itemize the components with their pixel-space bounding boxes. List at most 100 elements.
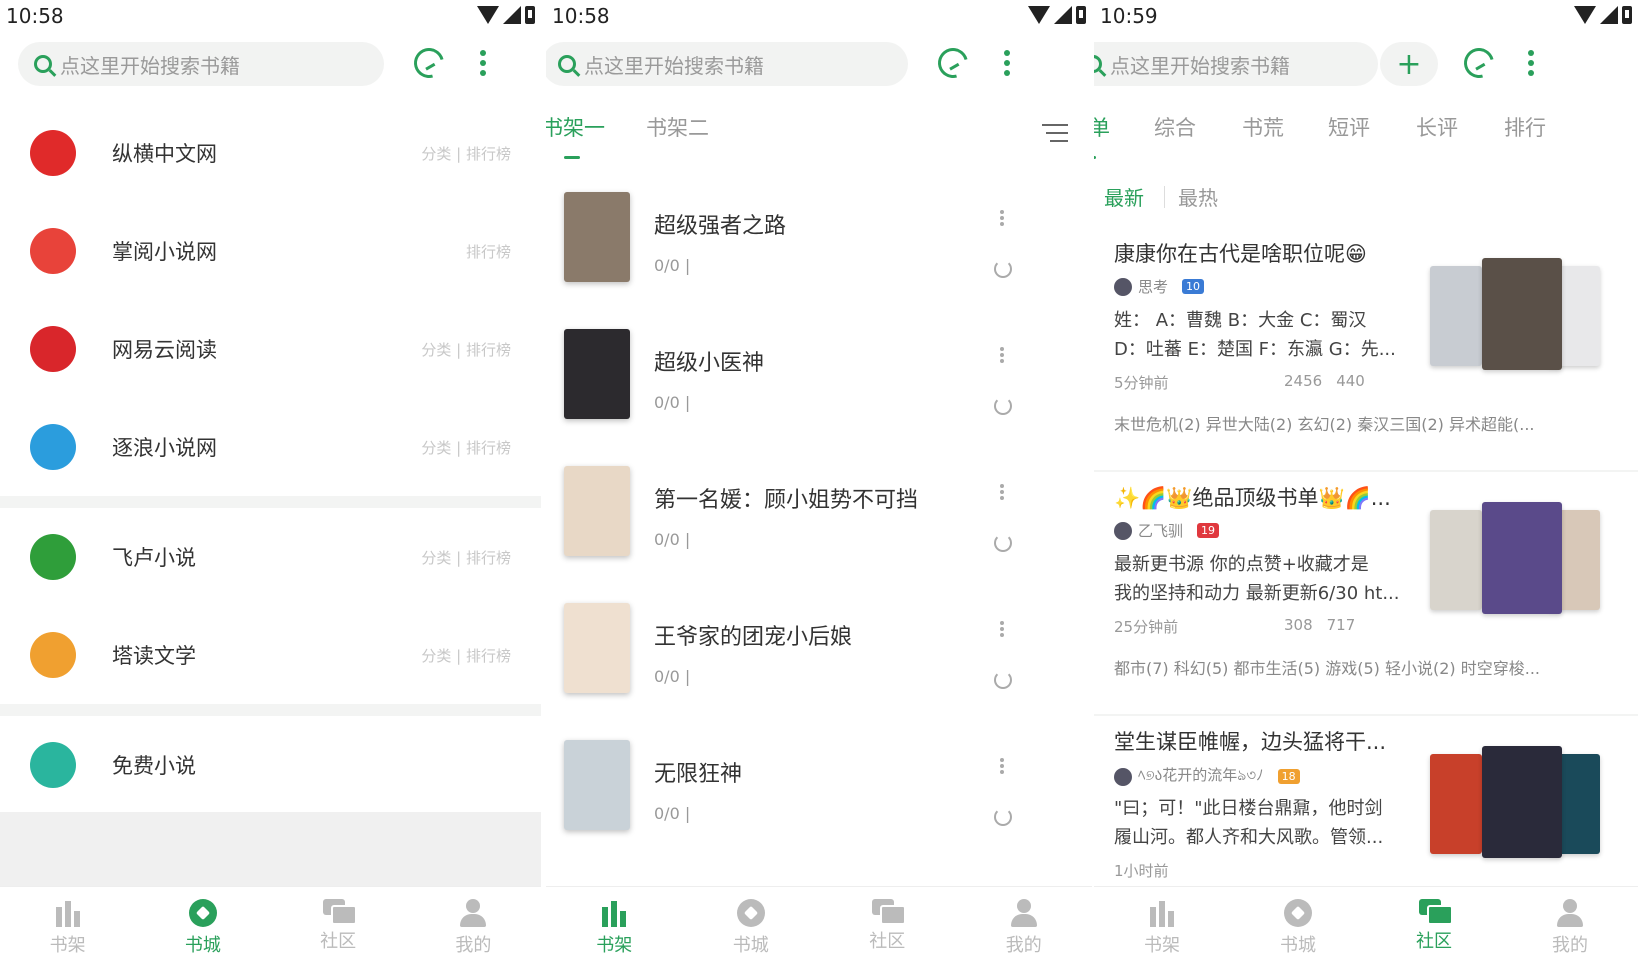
source-row[interactable]: 免费小说: [0, 716, 541, 814]
search-bar[interactable]: 点这里开始搜索书籍: [1094, 42, 1378, 86]
excerpt-line: 我的坚持和动力 最新更新6/30 ht...: [1114, 583, 1400, 604]
more-menu-icon[interactable]: [480, 50, 486, 76]
refresh-icon[interactable]: [994, 808, 1012, 826]
book-cover: [564, 740, 630, 830]
book-more-icon[interactable]: [1000, 758, 1004, 774]
booklist-post[interactable]: ✨🌈👑绝品顶级书单👑🌈... 乙飞驯 19 最新更书源 你的点赞+收藏才是 我的坚持和动…: [1094, 472, 1638, 716]
tab-0[interactable]: 书单: [1094, 112, 1110, 142]
source-name: 逐浪小说网: [112, 436, 217, 460]
source-name: 飞卢小说: [112, 546, 196, 570]
author-name: ﾍ୭ა花开的流年ঌ৩ﾉ: [1138, 766, 1264, 784]
source-links[interactable]: 分类 | 排行榜: [421, 645, 511, 666]
book-more-icon[interactable]: [1000, 347, 1004, 363]
sort-tabs: 最新 最热: [1094, 178, 1638, 218]
nav-item-3[interactable]: 我的: [1502, 887, 1638, 962]
nav-item-3[interactable]: 我的: [406, 887, 541, 962]
community-icon: [1419, 899, 1453, 925]
source-row[interactable]: 纵横中文网 分类 | 排行榜: [0, 104, 541, 202]
source-name: 塔读文学: [112, 644, 196, 668]
shelf-tabs: 书架一 书架二: [546, 112, 1092, 162]
source-row[interactable]: 塔读文学 分类 | 排行榜: [0, 606, 541, 704]
night-mode-icon[interactable]: [1458, 42, 1500, 84]
nav-item-1[interactable]: 书城: [683, 887, 820, 962]
search-bar[interactable]: 点这里开始搜索书籍: [546, 42, 908, 86]
tab-1[interactable]: 综合: [1154, 112, 1196, 142]
more-menu-icon[interactable]: [1528, 50, 1534, 76]
refresh-icon[interactable]: [994, 671, 1012, 689]
source-links[interactable]: 分类 | 排行榜: [421, 437, 511, 458]
book-item[interactable]: 超级强者之路 0/0 |: [546, 178, 1092, 315]
source-links[interactable]: 分类 | 排行榜: [421, 339, 511, 360]
book-more-icon[interactable]: [1000, 210, 1004, 226]
section-divider: [0, 496, 541, 508]
book-progress: 0/0 |: [654, 667, 691, 686]
source-row[interactable]: 飞卢小说 分类 | 排行榜: [0, 508, 541, 606]
filter-icon[interactable]: [1042, 124, 1068, 144]
search-placeholder: 点这里开始搜索书籍: [60, 53, 240, 78]
nav-item-2[interactable]: 社区: [271, 887, 406, 962]
tab-5[interactable]: 排行: [1504, 112, 1546, 142]
tab-3[interactable]: 短评: [1328, 112, 1370, 142]
nav-label: 社区: [320, 931, 357, 952]
profile-icon: [1009, 899, 1039, 927]
level-badge: 19: [1197, 523, 1220, 538]
booklist-post[interactable]: 康康你在古代是啥职位呢😁 思考 10 姓： A：曹魏 B：大金 C：蜀汉 D：吐蕃 E：…: [1094, 228, 1638, 472]
source-row[interactable]: 逐浪小说网 分类 | 排行榜: [0, 398, 541, 496]
refresh-icon[interactable]: [994, 397, 1012, 415]
source-row[interactable]: 网易云阅读 分类 | 排行榜: [0, 300, 541, 398]
book-title: 第一名媛：顾小姐势不可挡: [654, 488, 919, 513]
tab-shelf-2[interactable]: 书架二: [646, 112, 709, 142]
post-excerpt: 姓： A：曹魏 B：大金 C：蜀汉 D：吐蕃 E：楚国 F：东瀛 G：先...: [1114, 306, 1414, 364]
nav-item-1[interactable]: 书城: [135, 887, 270, 962]
night-mode-icon[interactable]: [408, 42, 450, 84]
level-badge: 18: [1277, 769, 1300, 784]
source-row[interactable]: 掌阅小说网 排行榜: [0, 202, 541, 300]
excerpt-line: "曰；可！"此日楼台鼎鼐，他时剑: [1114, 798, 1383, 819]
nav-item-3[interactable]: 我的: [956, 887, 1093, 962]
search-placeholder: 点这里开始搜索书籍: [1110, 53, 1290, 78]
book-item[interactable]: 第一名媛：顾小姐势不可挡 0/0 |: [546, 452, 1092, 589]
search-bar[interactable]: 点这里开始搜索书籍: [18, 42, 384, 86]
refresh-icon[interactable]: [994, 534, 1012, 552]
like-count: 440: [1336, 372, 1365, 390]
source-links[interactable]: 分类 | 排行榜: [421, 547, 511, 568]
post-excerpt: "曰；可！"此日楼台鼎鼐，他时剑 履山河。都人齐和大风歌。管领...: [1114, 794, 1414, 852]
nav-label: 书架: [1144, 935, 1180, 956]
add-button[interactable]: +: [1380, 42, 1438, 86]
book-more-icon[interactable]: [1000, 484, 1004, 500]
level-badge: 10: [1182, 279, 1205, 294]
nav-item-2[interactable]: 社区: [819, 887, 956, 962]
night-mode-icon[interactable]: [932, 42, 974, 84]
nav-item-0[interactable]: 书架: [0, 887, 135, 962]
more-menu-icon[interactable]: [1004, 50, 1010, 76]
tab-2[interactable]: 书荒: [1242, 112, 1284, 142]
subtab-latest[interactable]: 最新: [1104, 182, 1144, 211]
excerpt-line: 履山河。都人齐和大风歌。管领...: [1114, 827, 1384, 848]
source-links[interactable]: 排行榜: [466, 241, 511, 262]
book-more-icon[interactable]: [1000, 621, 1004, 637]
book-item[interactable]: 王爷家的团宠小后娘 0/0 |: [546, 589, 1092, 726]
nav-item-1[interactable]: 书城: [1230, 887, 1366, 962]
post-time: 5分钟前: [1114, 374, 1169, 392]
tab-4[interactable]: 长评: [1416, 112, 1458, 142]
nav-item-0[interactable]: 书架: [546, 887, 683, 962]
tab-indicator: [564, 156, 580, 159]
source-name: 网易云阅读: [112, 338, 217, 362]
subtab-hottest[interactable]: 最热: [1178, 182, 1218, 211]
post-time: 1小时前: [1114, 862, 1169, 880]
battery-icon: [525, 6, 535, 24]
refresh-icon[interactable]: [994, 260, 1012, 278]
book-item[interactable]: 无限狂神 0/0 |: [546, 726, 1092, 863]
author-name: 思考: [1138, 278, 1169, 296]
empty-area: [0, 812, 541, 886]
nav-item-2[interactable]: 社区: [1366, 887, 1502, 962]
book-item[interactable]: 超级小医神 0/0 |: [546, 315, 1092, 452]
cover-thumbnail: [1430, 510, 1482, 610]
tab-indicator: [1094, 156, 1096, 159]
post-author-row: 乙飞驯 19: [1114, 520, 1220, 541]
book-cover: [564, 603, 630, 693]
tab-shelf-1[interactable]: 书架一: [546, 112, 605, 142]
nav-item-0[interactable]: 书架: [1094, 887, 1230, 962]
source-links[interactable]: 分类 | 排行榜: [421, 143, 511, 164]
book-cover: [564, 329, 630, 419]
